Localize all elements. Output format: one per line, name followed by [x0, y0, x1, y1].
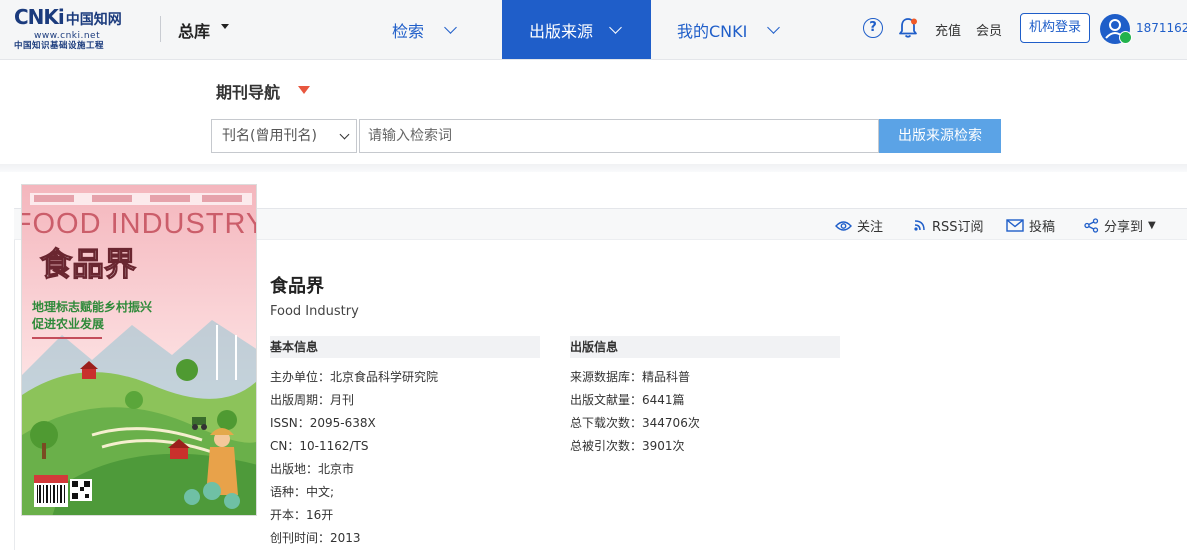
- info-format: 开本：16开: [270, 506, 333, 523]
- info-place: 出版地：北京市: [270, 460, 354, 477]
- source-search-button[interactable]: 出版来源检索: [879, 119, 1001, 153]
- logo-subtitle: 中国知识基础设施工程: [14, 41, 105, 51]
- svg-text:FOOD INDUSTRY: FOOD INDUSTRY: [22, 208, 257, 240]
- info-issn: ISSN：2095-638X: [270, 414, 376, 431]
- journal-cover-image[interactable]: FOOD INDUSTRY 食品界 地理标志赋能乡村振兴 促进农业发展: [21, 184, 257, 516]
- share-icon: [1084, 218, 1099, 233]
- info-value: 中文;: [306, 485, 335, 499]
- follow-button[interactable]: 关注: [835, 216, 883, 235]
- basic-info-header: 基本信息: [270, 336, 540, 358]
- rss-label: RSS订阅: [932, 220, 984, 235]
- institution-login-button[interactable]: 机构登录: [1020, 13, 1090, 43]
- logo-brand: CNKi 中国知网: [14, 6, 144, 31]
- chevron-down-icon: [339, 129, 350, 140]
- svg-text:食品界: 食品界: [40, 245, 136, 283]
- info-label: ISSN：: [270, 416, 310, 430]
- logo-brand-cn: 中国知网: [65, 12, 122, 28]
- search-field-select[interactable]: 刊名(曾用刊名): [211, 119, 357, 153]
- info-label: 总下载次数：: [570, 416, 643, 430]
- info-sponsor: 主办单位：北京食品科学研究院: [270, 368, 438, 385]
- info-value: 月刊: [330, 393, 355, 407]
- info-founded: 创刊时间：2013: [270, 529, 361, 546]
- info-label: 语种：: [270, 485, 307, 499]
- nav-search[interactable]: 检索: [392, 0, 457, 59]
- help-icon[interactable]: ?: [863, 18, 883, 38]
- caret-down-icon: ▼: [1148, 220, 1156, 231]
- info-source-db: 来源数据库：精品科普: [570, 368, 690, 385]
- info-value: 北京食品科学研究院: [330, 370, 439, 384]
- info-downloads: 总下载次数：344706次: [570, 414, 700, 431]
- info-label: 出版地：: [270, 462, 319, 476]
- chevron-down-icon: [609, 20, 622, 34]
- logo-url: www.cnki.net: [34, 31, 101, 41]
- nav-my-cnki[interactable]: 我的CNKI: [677, 0, 781, 59]
- search-input[interactable]: 请输入检索词: [359, 119, 879, 153]
- rss-icon: [914, 220, 925, 231]
- chevron-down-icon: [444, 20, 457, 34]
- info-label: 开本：: [270, 508, 307, 522]
- info-value: 3901次: [642, 439, 685, 453]
- info-value: 10-1162/TS: [299, 439, 369, 453]
- info-label: 来源数据库：: [570, 370, 643, 384]
- info-label: 出版周期：: [270, 393, 331, 407]
- search-field-value: 刊名(曾用刊名): [222, 128, 317, 144]
- mail-icon: [1006, 219, 1024, 232]
- publication-info-header-label: 出版信息: [570, 340, 619, 354]
- caret-down-icon[interactable]: [221, 24, 229, 29]
- caret-down-icon[interactable]: [298, 86, 310, 94]
- info-label: 创刊时间：: [270, 531, 331, 545]
- nav-publication-source[interactable]: 出版来源: [502, 0, 651, 59]
- info-language: 语种：中文;: [270, 483, 334, 500]
- info-cn: CN：10-1162/TS: [270, 437, 369, 454]
- info-label: 总被引次数：: [570, 439, 643, 453]
- share-button[interactable]: 分享到 ▼: [1084, 216, 1156, 235]
- section-divider-band: [0, 164, 1187, 172]
- journal-title-en: Food Industry: [270, 304, 359, 319]
- info-value: 344706次: [642, 416, 700, 430]
- info-label: CN：: [270, 439, 300, 453]
- library-selector[interactable]: 总库: [178, 18, 210, 42]
- recharge-link[interactable]: 充值: [935, 20, 961, 39]
- logo-brand-text: CNKi: [14, 5, 65, 29]
- info-value: 16开: [306, 508, 334, 522]
- nav-source-label: 出版来源: [529, 21, 594, 41]
- info-value: 2013: [330, 531, 361, 545]
- info-value: 2095-638X: [309, 416, 376, 430]
- info-value: 6441篇: [642, 393, 685, 407]
- eye-icon: [835, 220, 852, 231]
- info-frequency: 出版周期：月刊: [270, 391, 354, 408]
- chevron-down-icon: [767, 20, 781, 34]
- publication-info-header: 出版信息: [570, 336, 840, 358]
- info-article-count: 出版文献量：6441篇: [570, 391, 685, 408]
- follow-label: 关注: [857, 220, 884, 235]
- rss-button[interactable]: RSS订阅: [913, 216, 984, 235]
- submit-label: 投稿: [1029, 220, 1056, 235]
- bell-icon[interactable]: [898, 17, 918, 39]
- journal-title: 食品界: [270, 276, 324, 297]
- share-label: 分享到: [1104, 220, 1144, 235]
- submit-button[interactable]: 投稿: [1006, 216, 1055, 235]
- info-label: 出版文献量：: [570, 393, 643, 407]
- nav-search-label: 检索: [392, 21, 425, 41]
- user-id[interactable]: 18711624: [1136, 21, 1187, 35]
- svg-text:促进农业发展: 促进农业发展: [31, 316, 104, 331]
- cnki-logo[interactable]: CNKi 中国知网 www.cnki.net 中国知识基础设施工程: [14, 6, 144, 51]
- info-label: 主办单位：: [270, 370, 331, 384]
- journal-nav-title[interactable]: 期刊导航: [216, 79, 280, 103]
- verified-check-icon: [1119, 31, 1132, 44]
- info-citations: 总被引次数：3901次: [570, 437, 685, 454]
- nav-my-label: 我的CNKI: [677, 21, 748, 41]
- info-value: 精品科普: [642, 370, 691, 384]
- svg-text:地理标志赋能乡村振兴: 地理标志赋能乡村振兴: [32, 299, 152, 314]
- basic-info-header-label: 基本信息: [270, 340, 319, 354]
- member-link[interactable]: 会员: [976, 20, 1002, 39]
- info-value: 北京市: [318, 462, 355, 476]
- header-divider: [160, 16, 161, 42]
